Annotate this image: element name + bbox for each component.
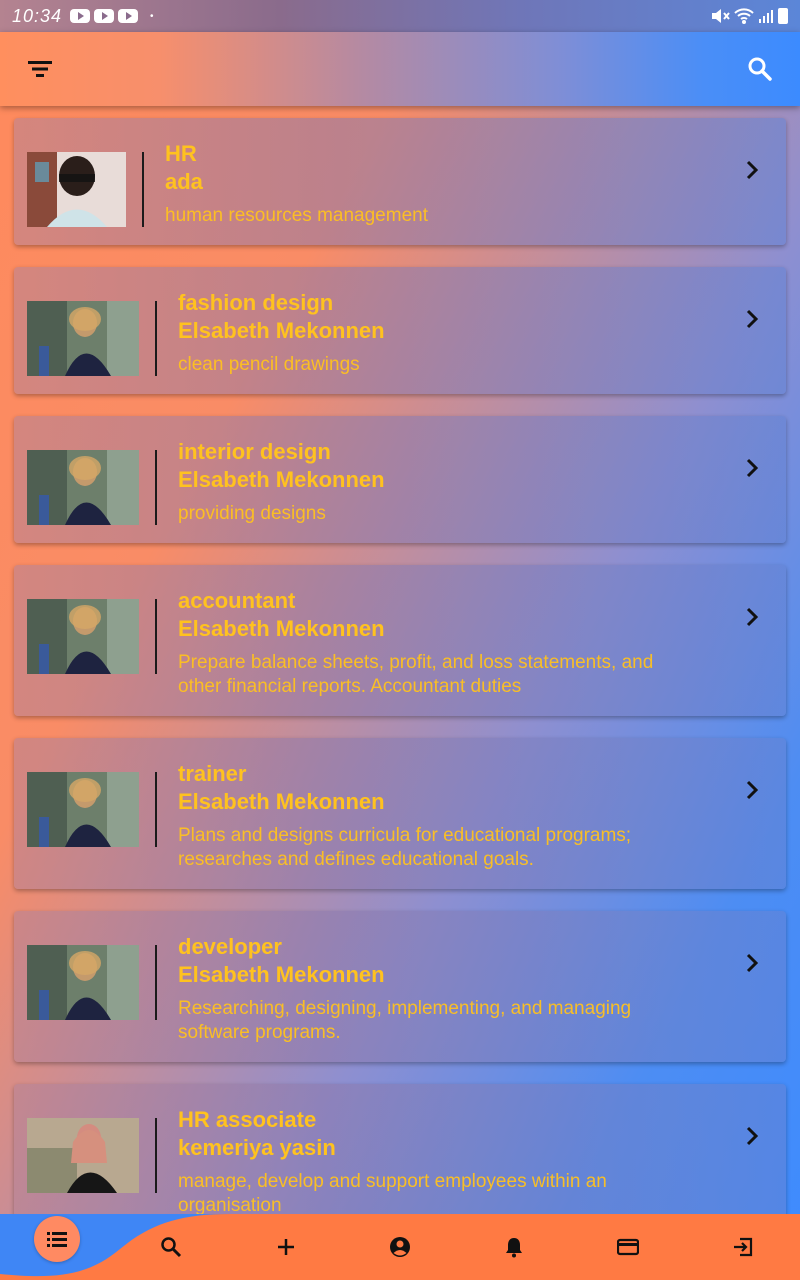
logout-icon [734, 1237, 753, 1257]
nav-notifications-button[interactable] [502, 1235, 526, 1259]
employee-name: ada [165, 169, 203, 194]
add-icon [278, 1239, 294, 1255]
filter-button[interactable] [24, 53, 56, 85]
mute-icon [712, 9, 730, 23]
job-card[interactable]: accountant Elsabeth Mekonnen Prepare bal… [14, 565, 786, 716]
job-description: Plans and designs curricula for educatio… [178, 825, 632, 870]
signal-icon [759, 10, 773, 23]
job-card[interactable]: trainer Elsabeth Mekonnen Plans and desi… [14, 738, 786, 889]
wifi-icon [734, 8, 754, 24]
card-text: HR ada human resources management [165, 140, 696, 228]
employee-name: Elsabeth Mekonnen [178, 789, 385, 814]
card-text: trainer Elsabeth Mekonnen Plans and desi… [178, 760, 696, 872]
bell-icon [506, 1238, 522, 1258]
job-description: Prepare balance sheets, profit, and loss… [178, 652, 654, 697]
job-description: Researching, designing, implementing, an… [178, 998, 632, 1043]
nav-list-button[interactable] [34, 1216, 80, 1262]
chevron-right-icon[interactable] [740, 307, 764, 331]
avatar [27, 1118, 139, 1193]
job-card[interactable]: HR ada human resources management [14, 118, 786, 245]
job-list: HR ada human resources management fashio… [0, 106, 800, 1214]
avatar [27, 945, 139, 1020]
avatar [27, 599, 139, 674]
search-button[interactable] [744, 53, 776, 85]
job-card[interactable]: interior design Elsabeth Mekonnen provid… [14, 416, 786, 543]
battery-icon [778, 8, 788, 24]
job-description: manage, develop and support employees wi… [178, 1171, 607, 1214]
card-divider [142, 152, 144, 227]
nav-logout-button[interactable] [731, 1235, 755, 1259]
avatar [27, 301, 139, 376]
job-card[interactable]: HR associate kemeriya yasin manage, deve… [14, 1084, 786, 1214]
employee-name: kemeriya yasin [178, 1135, 336, 1160]
job-title: HR [165, 141, 197, 166]
search-icon [161, 1237, 182, 1258]
employee-name: Elsabeth Mekonnen [178, 467, 385, 492]
notification-dot: • [150, 10, 154, 22]
card-divider [155, 772, 157, 847]
search-icon [748, 57, 772, 81]
card-text: fashion design Elsabeth Mekonnen clean p… [178, 289, 696, 377]
job-title: trainer [178, 761, 247, 786]
youtube-notification-icon [70, 9, 91, 23]
avatar [27, 772, 139, 847]
job-card[interactable]: fashion design Elsabeth Mekonnen clean p… [14, 267, 786, 394]
status-icons [710, 7, 788, 25]
card-divider [155, 599, 157, 674]
job-title: fashion design [178, 290, 334, 315]
job-description: providing designs [178, 503, 326, 524]
card-divider [155, 945, 157, 1020]
status-time: 10:34 [12, 5, 63, 26]
youtube-notification-icon [118, 9, 139, 23]
job-title: developer [178, 934, 282, 959]
job-description: clean pencil drawings [178, 354, 360, 375]
job-title: interior design [178, 439, 331, 464]
card-divider [155, 1118, 157, 1193]
chevron-right-icon[interactable] [740, 456, 764, 480]
chevron-right-icon[interactable] [740, 605, 764, 629]
card-text: accountant Elsabeth Mekonnen Prepare bal… [178, 587, 696, 699]
card-divider [155, 301, 157, 376]
nav-payment-button[interactable] [616, 1235, 640, 1259]
list-icon [47, 1232, 67, 1247]
chevron-right-icon[interactable] [740, 1124, 764, 1148]
employee-name: Elsabeth Mekonnen [178, 616, 385, 641]
card-divider [155, 450, 157, 525]
job-card[interactable]: developer Elsabeth Mekonnen Researching,… [14, 911, 786, 1062]
nav-add-button[interactable] [274, 1235, 298, 1259]
nav-search-button[interactable] [159, 1235, 183, 1259]
status-bar: 10:34 • [0, 0, 800, 32]
app-bar [0, 32, 800, 106]
employee-name: Elsabeth Mekonnen [178, 318, 385, 343]
filter-list-icon [28, 61, 52, 77]
chevron-right-icon[interactable] [740, 951, 764, 975]
card-icon [617, 1238, 639, 1256]
youtube-notification-icon [94, 9, 115, 23]
chevron-right-icon[interactable] [740, 778, 764, 802]
job-title: accountant [178, 588, 296, 613]
employee-name: Elsabeth Mekonnen [178, 962, 385, 987]
job-description: human resources management [165, 205, 428, 226]
card-text: HR associate kemeriya yasin manage, deve… [178, 1106, 696, 1214]
card-text: interior design Elsabeth Mekonnen provid… [178, 438, 696, 526]
avatar [27, 450, 139, 525]
chevron-right-icon[interactable] [740, 158, 764, 182]
job-title: HR associate [178, 1107, 317, 1132]
nav-account-button[interactable] [388, 1235, 412, 1259]
account-icon [390, 1237, 410, 1257]
card-text: developer Elsabeth Mekonnen Researching,… [178, 933, 696, 1045]
avatar [27, 152, 126, 227]
